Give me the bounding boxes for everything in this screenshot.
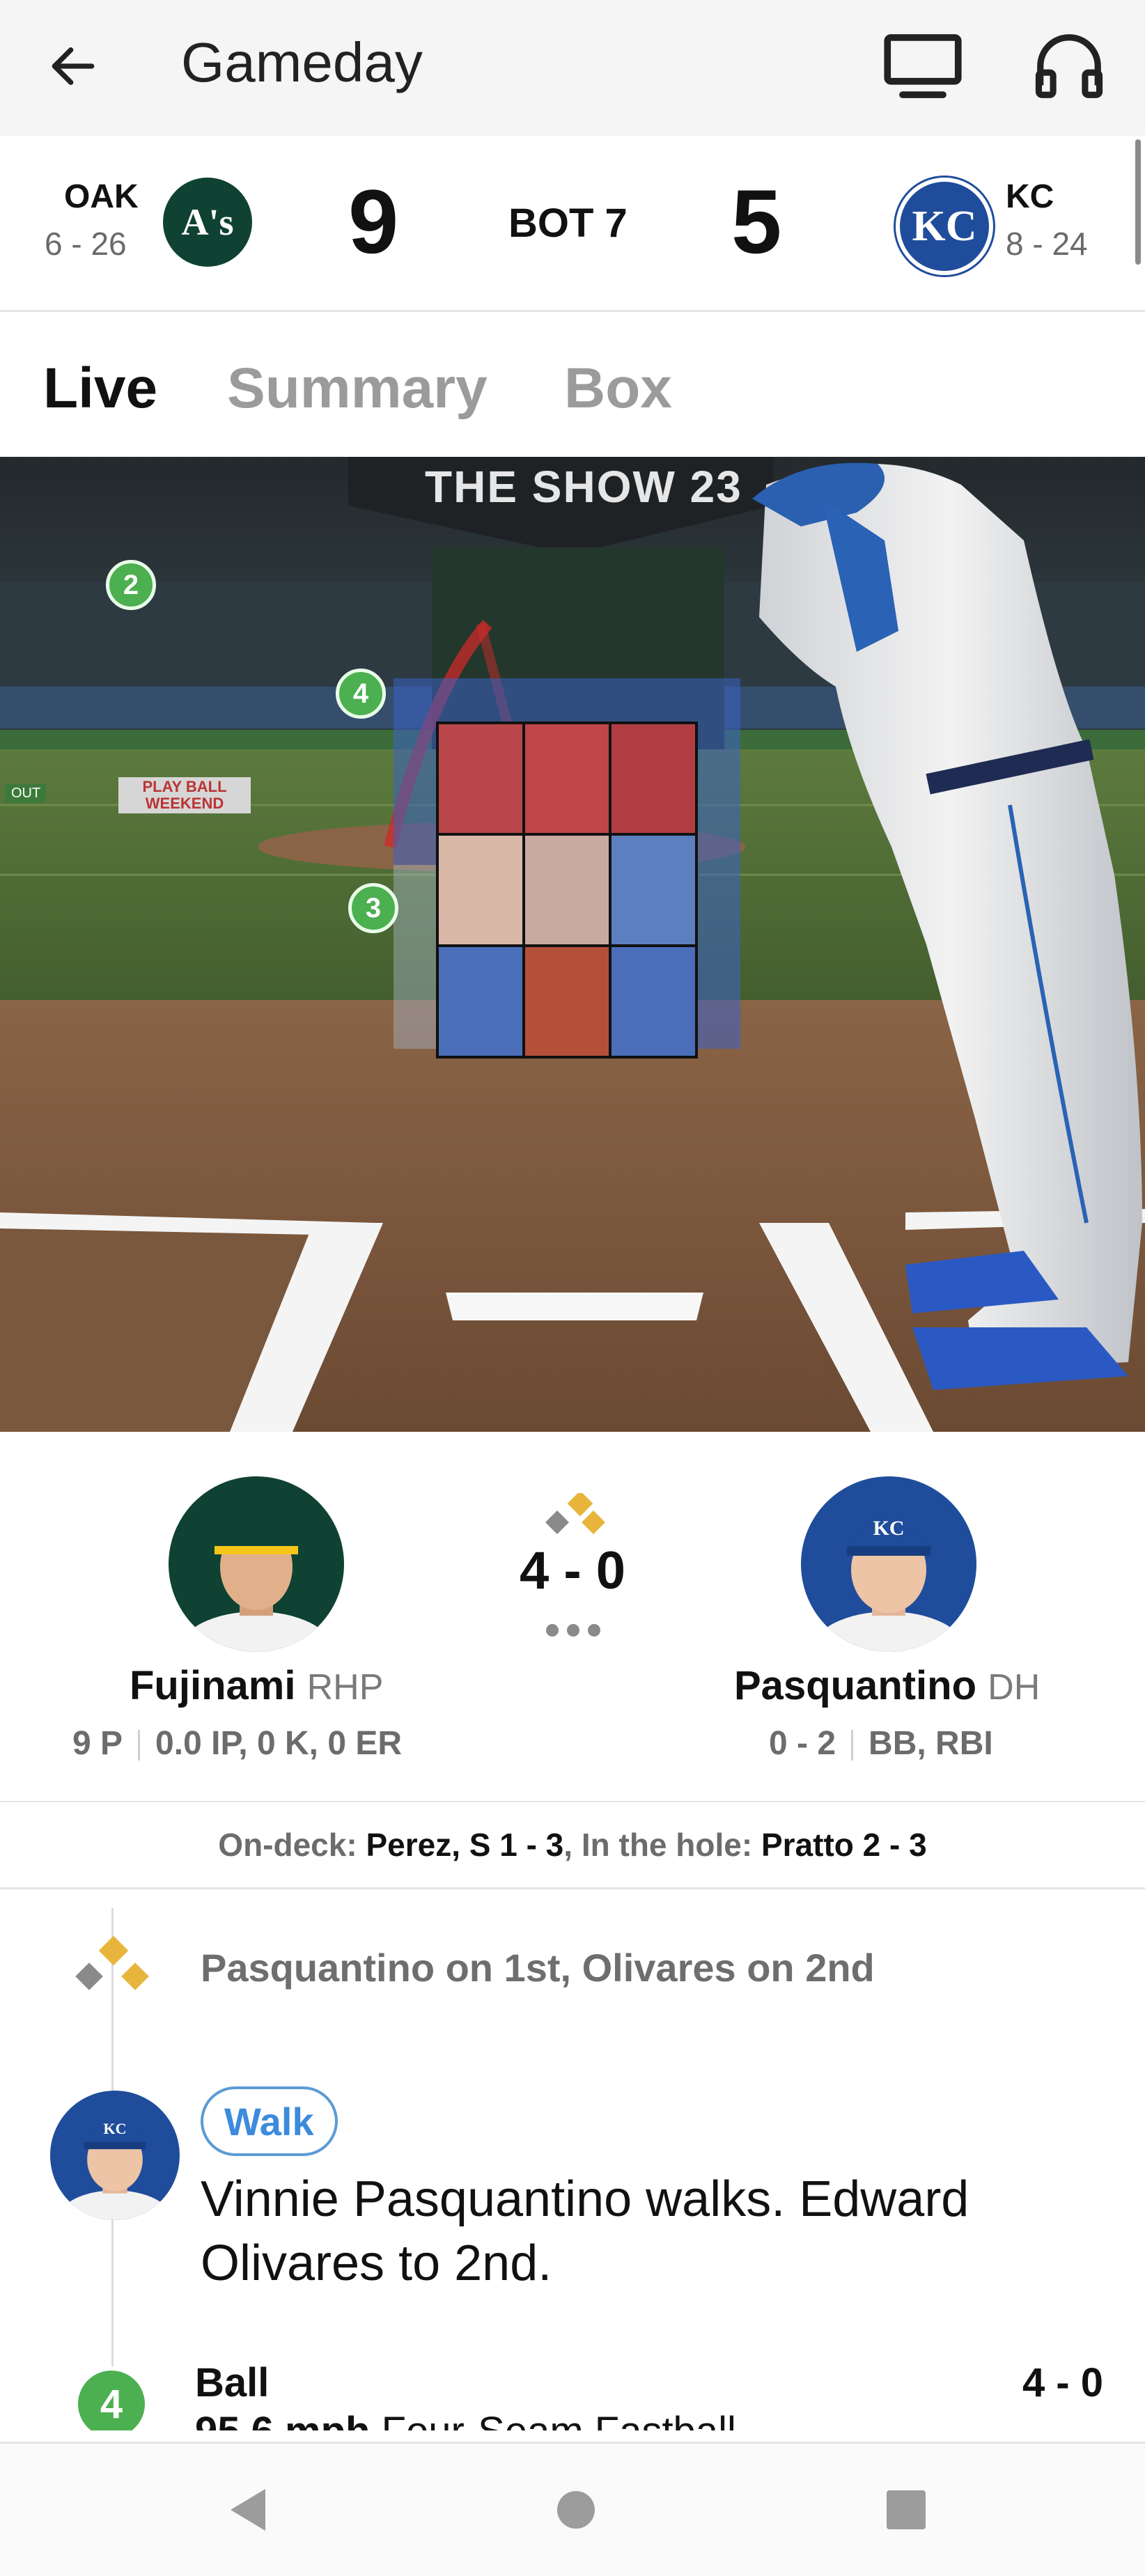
avatar[interactable]: KC (50, 2091, 180, 2220)
nav-home-button[interactable] (545, 2479, 607, 2541)
out-indicator (588, 1624, 600, 1637)
home-team-record: 8 - 24 (1006, 226, 1088, 262)
play-description: Vinnie Pasquantino walks. Edward Olivare… (201, 2171, 969, 2291)
scoreboard-out-label: OUT (6, 784, 47, 803)
on-deck-bar: On-deck: Perez, S 1 - 3, In the hole: Pr… (0, 1802, 1145, 1889)
base-runners-status: Pasquantino on 1st, Olivares on 2nd (201, 1946, 875, 1990)
tv-icon (884, 34, 962, 98)
away-team-abbr: OAK (64, 178, 139, 215)
away-score: 9 (348, 171, 399, 272)
out-indicator (546, 1624, 559, 1637)
away-team-logo: A's (163, 178, 252, 267)
app-bar: Gameday (0, 0, 1145, 136)
arrow-left-icon (52, 47, 95, 86)
pitch-result: Ball (195, 2360, 270, 2405)
stadium-banner: THE SHOW 23 (425, 462, 742, 512)
pitch-count: 4 - 0 (519, 1541, 626, 1600)
nav-recents-button[interactable] (875, 2479, 937, 2541)
tab-bar: Live Summary Box (0, 312, 1145, 457)
base-runners-icon (545, 1493, 605, 1534)
home-score: 5 (731, 171, 782, 272)
pitcher-stats: 9 P 0.0 IP, 0 K, 0 ER (72, 1725, 403, 1762)
system-nav-bar (0, 2442, 1145, 2576)
away-team-record: 6 - 26 (45, 226, 127, 262)
audio-button[interactable] (1024, 21, 1114, 111)
pitch-marker[interactable]: 3 (348, 883, 398, 933)
event-badge: Walk (201, 2086, 338, 2156)
pitch-count-after: 4 - 0 (1022, 2360, 1103, 2405)
headphones-icon (1035, 34, 1103, 98)
tv-button[interactable] (878, 21, 968, 111)
home-team-logo: KC (896, 178, 993, 275)
pitcher-name[interactable]: Fujinami RHP (130, 1662, 383, 1712)
batter-stats: 0 - 2 BB, RBI (769, 1725, 993, 1762)
avatar (180, 1519, 333, 1652)
page-title: Gameday (181, 31, 423, 93)
home-team-abbr: KC (1006, 178, 1054, 215)
pitch-marker[interactable]: 4 (336, 669, 386, 719)
tab-summary[interactable]: Summary (227, 354, 488, 423)
triangle-back-icon (231, 2489, 265, 2531)
circle-home-icon (557, 2491, 595, 2529)
field-background (0, 457, 1145, 1432)
scoreboard[interactable]: OAK 6 - 26 A's 9 BOT 7 5 KC KC 8 - 24 (0, 136, 1145, 312)
pitch-field-view: THE SHOW 23 PLAY BALL WEEKEND OUT 1 2 3 … (0, 457, 1145, 1432)
inning-indicator: BOT 7 (508, 201, 628, 246)
out-indicator (567, 1624, 579, 1637)
base-runners-icon (75, 1936, 149, 1990)
matchup-panel: Fujinami RHP 9 P 0.0 IP, 0 K, 0 ER 4 - 0 … (0, 1432, 1145, 1803)
scrollbar[interactable] (1135, 139, 1141, 265)
square-recents-icon (887, 2490, 926, 2529)
batter-name[interactable]: Pasquantino DH (734, 1662, 1040, 1712)
nav-back-button[interactable] (216, 2479, 279, 2541)
pitcher-headshot[interactable] (169, 1476, 344, 1652)
feed-clip (0, 2430, 1145, 2442)
batter-headshot[interactable]: KC (801, 1476, 976, 1652)
back-button[interactable] (42, 35, 104, 97)
tab-box[interactable]: Box (564, 354, 672, 423)
outfield-sign: PLAY BALL WEEKEND (118, 777, 251, 813)
batter-avatar-image: KC (50, 2091, 180, 2220)
pitch-marker[interactable]: 2 (106, 560, 156, 610)
avatar: KC (812, 1517, 965, 1652)
svg-text:KC: KC (873, 1517, 905, 1540)
tab-live[interactable]: Live (43, 354, 157, 423)
svg-text:KC: KC (103, 2120, 126, 2137)
